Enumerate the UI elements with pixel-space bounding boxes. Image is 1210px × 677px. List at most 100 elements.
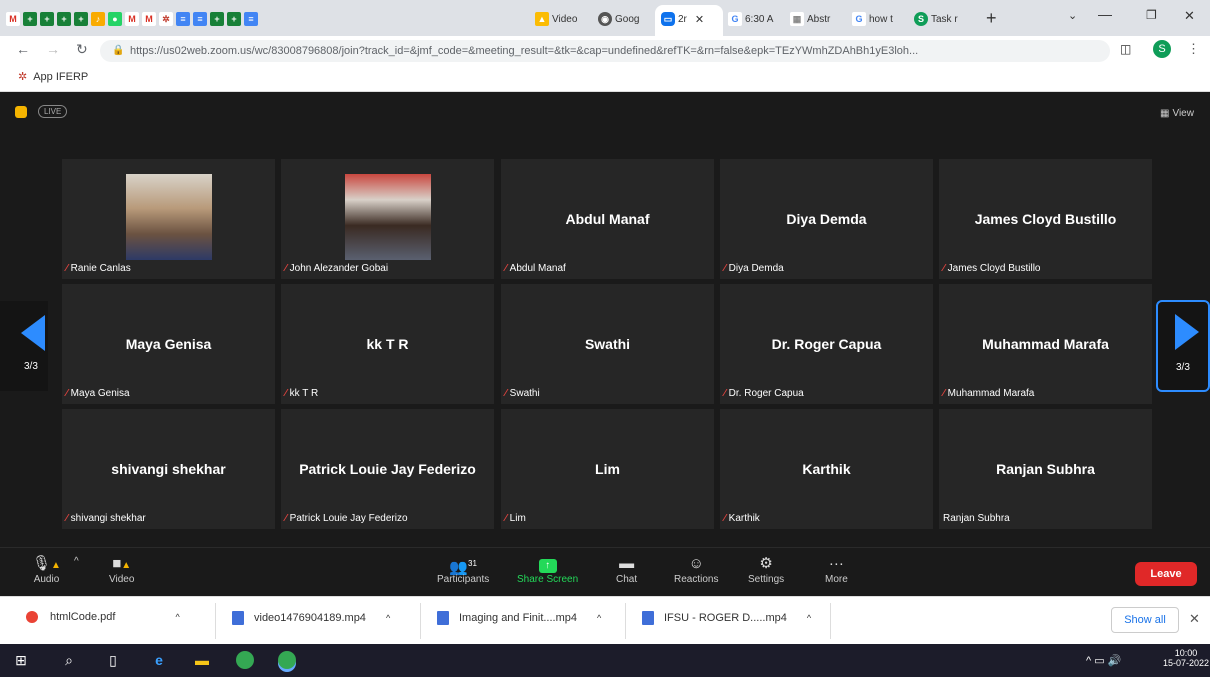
tab-video[interactable]: ▲ Video [535, 6, 590, 32]
participants-button[interactable]: 👥31 Participants [437, 554, 489, 585]
mic-muted-icon: ⁄ [505, 263, 507, 274]
participant-display-name: Lim [595, 461, 620, 477]
restore-icon[interactable]: ❐ [1146, 8, 1157, 22]
camera-icon: ■ [112, 555, 122, 572]
file-explorer-icon[interactable]: ▬ [193, 651, 211, 669]
next-page-button[interactable]: 3/3 [1156, 300, 1210, 392]
participant-name-label: ⁄ kk T R [285, 388, 318, 399]
mic-muted-icon: ⁄ [285, 513, 287, 524]
participant-tile[interactable]: shivangi shekhar ⁄ shivangi shekhar [62, 409, 275, 529]
close-window-icon[interactable]: ✕ [1184, 8, 1195, 24]
participant-name-label: ⁄ Muhammad Marafa [943, 388, 1034, 399]
participant-name-label: ⁄ Swathi [505, 388, 540, 399]
participant-tile[interactable]: ⁄ Ranie Canlas [62, 159, 275, 279]
windows-start-icon[interactable]: ⊞ [12, 651, 30, 669]
more-button[interactable]: ··· More [825, 554, 848, 585]
reload-icon[interactable]: ↻ [76, 41, 88, 58]
smiley-icon: ☺ [688, 555, 704, 572]
audio-options-chevron[interactable]: ^ [74, 556, 79, 567]
chevron-down-icon[interactable]: ⌄ [1068, 9, 1077, 22]
participant-tile[interactable]: Lim ⁄ Lim [501, 409, 714, 529]
gear-icon: ⚙ [759, 555, 773, 572]
leave-button[interactable]: Leave [1135, 562, 1197, 586]
download-item[interactable]: IFSU - ROGER D.....mp4 ^ [642, 611, 811, 625]
mic-muted-icon: ⁄ [505, 388, 507, 399]
view-button[interactable]: ▦ View [1160, 108, 1194, 119]
participant-name: James Cloyd Bustillo [947, 263, 1041, 274]
participant-tile[interactable]: Dr. Roger Capua ⁄ Dr. Roger Capua [720, 284, 933, 404]
bookmark-app-iferp[interactable]: ✲ App IFERP [18, 70, 88, 84]
participant-tile[interactable]: Abdul Manaf ⁄ Abdul Manaf [501, 159, 714, 279]
tab-google-search[interactable]: G 6:30 A [728, 6, 780, 32]
participant-tile[interactable]: James Cloyd Bustillo ⁄ James Cloyd Bustill… [939, 159, 1152, 279]
download-item[interactable]: video1476904189.mp4 ^ [232, 611, 390, 625]
participant-name: Patrick Louie Jay Federizo [289, 513, 408, 524]
chevron-up-icon[interactable]: ^ [597, 613, 601, 623]
warning-icon: ▲ [51, 560, 61, 571]
tab-how-to[interactable]: Ghow t [852, 6, 904, 32]
system-tray-icons[interactable]: ^ ▭ 🔊 [1086, 654, 1121, 667]
chevron-up-icon[interactable]: ^ [175, 612, 179, 622]
tab-google[interactable]: ◉ Goog [598, 6, 653, 32]
mic-muted-icon: ⁄ [66, 388, 68, 399]
search-icon[interactable]: ⌕ [60, 651, 78, 669]
mic-muted-icon: ⁄ [66, 263, 68, 274]
participant-tile[interactable]: Patrick Louie Jay Federizo ⁄ Patrick Louie… [281, 409, 494, 529]
audio-button[interactable]: 🎙▲ Audio [32, 554, 61, 585]
extensions-icon[interactable]: ◫ [1120, 42, 1131, 56]
clock[interactable]: 10:00 15-07-2022 [1163, 648, 1209, 668]
chrome-profile-icon[interactable] [278, 651, 296, 669]
tab-zoom-active[interactable]: ▭ 2r ✕ [655, 5, 723, 36]
participant-name-label: ⁄ Diya Demda [724, 263, 784, 274]
url-field[interactable]: 🔒 https://us02web.zoom.us/wc/83008796808/… [100, 40, 1110, 62]
mic-muted-icon: 🎙 [32, 555, 52, 572]
security-shield-icon[interactable] [15, 106, 27, 118]
mic-muted-icon: ⁄ [943, 388, 945, 399]
video-button[interactable]: ■▲ Video [109, 554, 134, 585]
pinned-tabs[interactable]: M + + + + ♪ ● M M ✲ ≡ ≡ + + ≡ [6, 6, 261, 32]
participant-display-name: Maya Genisa [125, 336, 212, 352]
new-tab-icon[interactable]: + [986, 8, 997, 29]
participant-tile[interactable]: Swathi ⁄ Swathi [501, 284, 714, 404]
tab-task[interactable]: S Task r [914, 6, 969, 32]
profile-avatar[interactable]: S [1153, 40, 1171, 58]
participant-tile[interactable]: Maya Genisa ⁄ Maya Genisa [62, 284, 275, 404]
participant-name: Dr. Roger Capua [728, 388, 804, 399]
grid-view-icon: ▦ [1160, 108, 1170, 119]
participant-tile[interactable]: Karthik ⁄ Karthik [720, 409, 933, 529]
participant-tile[interactable]: kk T R ⁄ kk T R [281, 284, 494, 404]
download-item[interactable]: Imaging and Finit....mp4 ^ [437, 611, 601, 625]
prev-page-button[interactable]: 3/3 [0, 301, 48, 391]
forward-icon[interactable]: → [46, 41, 60, 57]
participant-name-label: ⁄ Ranie Canlas [66, 263, 131, 274]
chrome-icon[interactable] [236, 651, 254, 669]
chat-icon: ▬ [619, 555, 635, 572]
edge-icon[interactable]: e [150, 651, 168, 669]
menu-icon[interactable]: ⋮ [1187, 41, 1200, 57]
participant-display-name: Ranjan Subhra [996, 461, 1095, 477]
chevron-up-icon[interactable]: ^ [807, 613, 811, 623]
participant-tile[interactable]: Ranjan Subhra Ranjan Subhra [939, 409, 1152, 529]
settings-button[interactable]: ⚙ Settings [748, 554, 784, 585]
participant-name-label: Ranjan Subhra [943, 513, 1010, 524]
tab-abstract[interactable]: ▦ Abstr [790, 6, 842, 32]
back-icon[interactable]: ← [16, 41, 30, 57]
tab-close-icon[interactable]: ✕ [695, 13, 704, 26]
participant-display-name: James Cloyd Bustillo [974, 211, 1117, 227]
participant-tile[interactable]: Diya Demda ⁄ Diya Demda [720, 159, 933, 279]
minimize-icon[interactable]: — [1098, 6, 1112, 22]
show-all-button[interactable]: Show all [1111, 607, 1179, 633]
participant-name: Diya Demda [728, 263, 784, 274]
chat-button[interactable]: ▬ Chat [616, 554, 637, 585]
reactions-button[interactable]: ☺ Reactions [674, 554, 718, 585]
download-item[interactable]: htmlCode.pdf ^ [26, 611, 180, 623]
participant-tile[interactable]: ⁄ John Alezander Gobai [281, 159, 494, 279]
more-icon: ··· [828, 555, 844, 572]
bookmarks-bar: ✲ App IFERP [0, 64, 1210, 92]
chevron-up-icon[interactable]: ^ [386, 613, 390, 623]
close-downloads-icon[interactable]: ✕ [1189, 611, 1200, 627]
participant-tile[interactable]: Muhammad Marafa ⁄ Muhammad Marafa [939, 284, 1152, 404]
share-screen-button[interactable]: ↑ Share Screen [517, 554, 578, 585]
task-view-icon[interactable]: ▯ [104, 651, 122, 669]
participant-name: Lim [509, 513, 526, 524]
